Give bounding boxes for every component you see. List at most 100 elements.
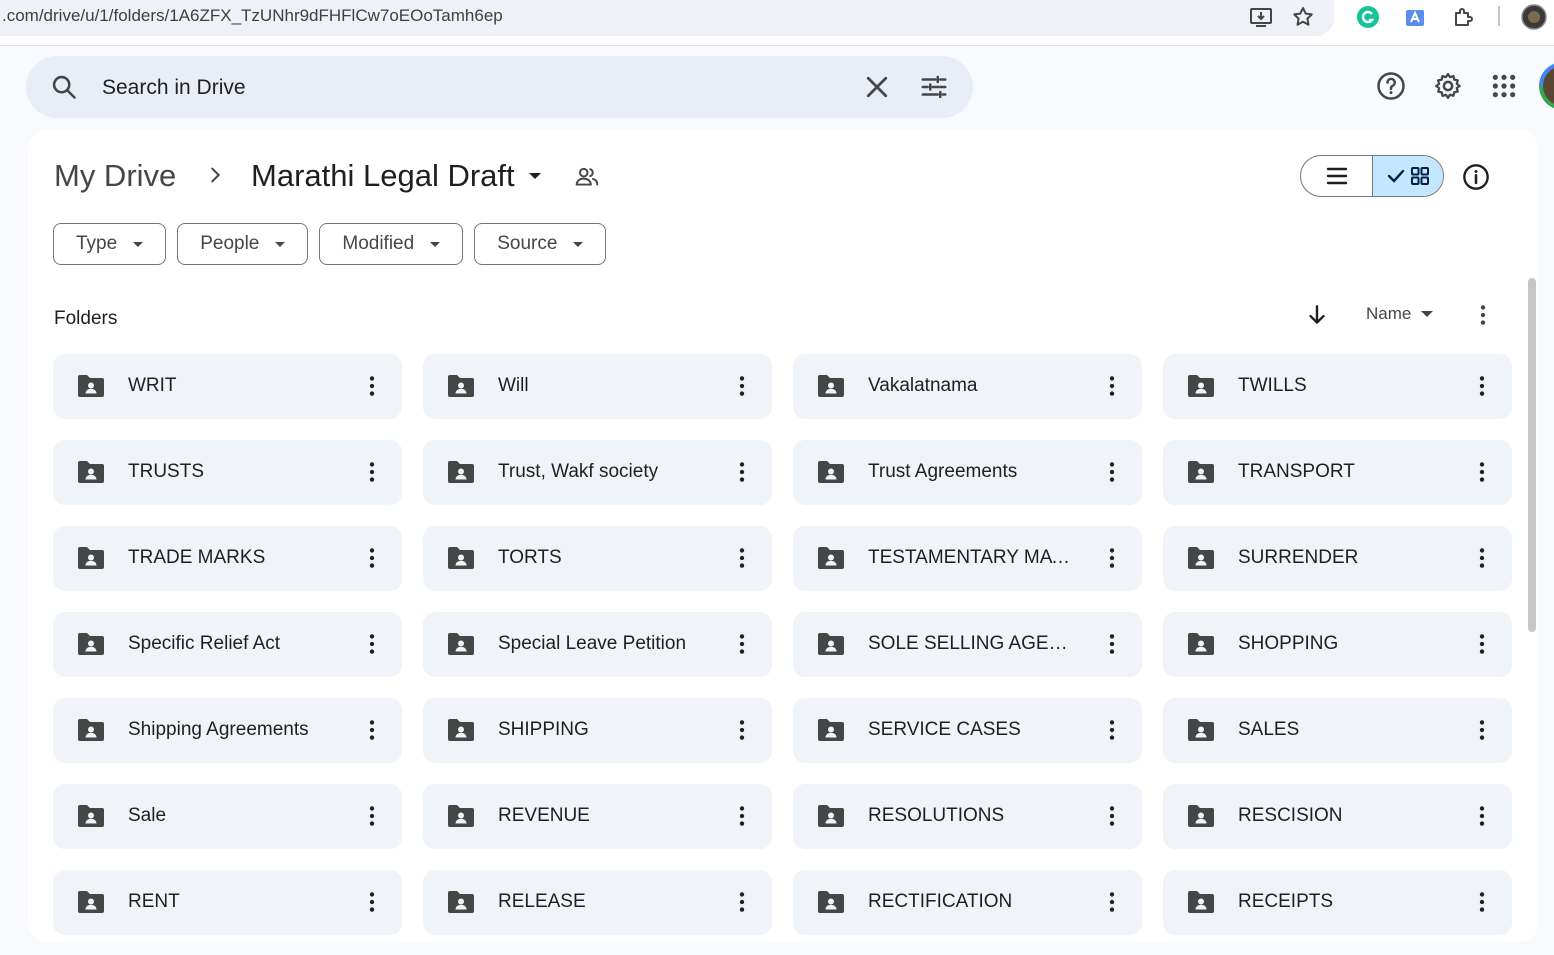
apps-grid-icon[interactable] — [1488, 70, 1520, 102]
folder-tile[interactable]: Will — [423, 354, 772, 419]
filter-modified-chip[interactable]: Modified — [319, 223, 464, 265]
folder-tile[interactable]: RECEIPTS — [1163, 870, 1512, 935]
folder-tile[interactable]: Trust Agreements — [793, 440, 1142, 505]
folder-tile[interactable]: RESCISION — [1163, 784, 1512, 849]
shared-people-icon[interactable] — [574, 164, 600, 190]
more-vert-icon[interactable] — [1469, 717, 1495, 743]
folder-tile[interactable]: REVENUE — [423, 784, 772, 849]
shared-folder-icon — [448, 547, 474, 569]
install-app-icon[interactable] — [1248, 4, 1274, 30]
folder-tile[interactable]: Special Leave Petition — [423, 612, 772, 677]
more-vert-icon[interactable] — [729, 459, 755, 485]
folder-name: RENT — [128, 891, 180, 912]
shared-folder-icon — [448, 891, 474, 913]
grid-layout-button[interactable] — [1373, 156, 1443, 196]
folder-tile[interactable]: TRANSPORT — [1163, 440, 1512, 505]
more-vert-icon[interactable] — [359, 717, 385, 743]
folder-tile[interactable]: TORTS — [423, 526, 772, 591]
folder-tile[interactable]: RECTIFICATION — [793, 870, 1142, 935]
folder-tile[interactable]: Specific Relief Act — [53, 612, 402, 677]
grammarly-extension-icon[interactable] — [1355, 4, 1381, 30]
chip-label: Source — [497, 233, 558, 254]
folder-tile[interactable]: SHOPPING — [1163, 612, 1512, 677]
folder-tile[interactable]: Sale — [53, 784, 402, 849]
folder-name: RECTIFICATION — [868, 891, 1013, 912]
more-vert-icon[interactable] — [1469, 803, 1495, 829]
url-text[interactable]: .com/drive/u/1/folders/1A6ZFX_TzUNhr9dFH… — [2, 6, 503, 26]
more-vert-icon[interactable] — [729, 717, 755, 743]
more-vert-icon[interactable] — [729, 545, 755, 571]
folder-tile[interactable]: RELEASE — [423, 870, 772, 935]
info-icon[interactable] — [1462, 163, 1490, 191]
folder-tile[interactable]: SURRENDER — [1163, 526, 1512, 591]
search-options-icon[interactable] — [919, 72, 949, 102]
more-vert-icon[interactable] — [1099, 373, 1125, 399]
caret-down-icon — [430, 241, 441, 247]
folder-tile[interactable]: WRIT — [53, 354, 402, 419]
filter-people-chip[interactable]: People — [177, 223, 309, 265]
settings-gear-icon[interactable] — [1432, 70, 1464, 102]
scrollbar-thumb[interactable] — [1528, 278, 1536, 632]
more-vert-icon[interactable] — [1099, 545, 1125, 571]
folder-name: Vakalatnama — [868, 375, 978, 396]
address-bar[interactable]: .com/drive/u/1/folders/1A6ZFX_TzUNhr9dFH… — [0, 0, 1334, 36]
more-vert-icon[interactable] — [1469, 459, 1495, 485]
folder-tile[interactable]: SALES — [1163, 698, 1512, 763]
folder-tile[interactable]: TRADE MARKS — [53, 526, 402, 591]
more-vert-icon[interactable] — [1470, 302, 1496, 328]
more-vert-icon[interactable] — [1099, 803, 1125, 829]
folder-name: WRIT — [128, 375, 177, 396]
folder-tile[interactable]: TWILLS — [1163, 354, 1512, 419]
sort-by-name-button[interactable]: Name — [1366, 304, 1434, 324]
extensions-puzzle-icon[interactable] — [1451, 4, 1477, 30]
more-vert-icon[interactable] — [1469, 889, 1495, 915]
more-vert-icon[interactable] — [359, 631, 385, 657]
sort-direction-arrow-icon[interactable] — [1304, 302, 1330, 328]
folder-tile[interactable]: Vakalatnama — [793, 354, 1142, 419]
more-vert-icon[interactable] — [1099, 631, 1125, 657]
folder-tile[interactable]: RENT — [53, 870, 402, 935]
more-vert-icon[interactable] — [729, 631, 755, 657]
folder-tile[interactable]: SERVICE CASES — [793, 698, 1142, 763]
more-vert-icon[interactable] — [1469, 545, 1495, 571]
more-vert-icon[interactable] — [359, 545, 385, 571]
more-vert-icon[interactable] — [1469, 373, 1495, 399]
account-avatar[interactable] — [1539, 62, 1554, 110]
folder-tile[interactable]: TESTAMENTARY MATT... — [793, 526, 1142, 591]
chevron-down-icon[interactable] — [525, 168, 545, 184]
more-vert-icon[interactable] — [1469, 631, 1495, 657]
clear-search-icon[interactable] — [862, 72, 892, 102]
search-icon[interactable] — [50, 73, 78, 101]
bookmark-star-icon[interactable] — [1290, 4, 1316, 30]
folder-tile[interactable]: SHIPPING — [423, 698, 772, 763]
more-vert-icon[interactable] — [1099, 889, 1125, 915]
search-input[interactable] — [100, 72, 804, 104]
folder-name: Trust, Wakf society — [498, 461, 659, 482]
folder-name: Trust Agreements — [868, 461, 1018, 482]
shared-folder-icon — [1188, 547, 1214, 569]
more-vert-icon[interactable] — [729, 803, 755, 829]
folder-tile[interactable]: Shipping Agreements — [53, 698, 402, 763]
list-layout-button[interactable] — [1301, 156, 1373, 196]
breadcrumb-current-folder[interactable]: Marathi Legal Draft — [251, 158, 515, 194]
more-vert-icon[interactable] — [729, 373, 755, 399]
folder-tile[interactable]: RESOLUTIONS — [793, 784, 1142, 849]
folder-tile[interactable]: Trust, Wakf society — [423, 440, 772, 505]
more-vert-icon[interactable] — [359, 803, 385, 829]
more-vert-icon[interactable] — [1099, 459, 1125, 485]
translate-extension-icon[interactable] — [1402, 4, 1428, 30]
filter-source-chip[interactable]: Source — [474, 223, 607, 265]
more-vert-icon[interactable] — [359, 373, 385, 399]
folder-name: TRANSPORT — [1238, 461, 1355, 482]
caret-down-icon — [133, 241, 144, 247]
folder-tile[interactable]: TRUSTS — [53, 440, 402, 505]
more-vert-icon[interactable] — [1099, 717, 1125, 743]
breadcrumb-my-drive[interactable]: My Drive — [54, 158, 176, 194]
help-icon[interactable] — [1375, 70, 1407, 102]
profile-avatar-icon[interactable] — [1521, 4, 1547, 30]
folder-tile[interactable]: SOLE SELLING AGENCY — [793, 612, 1142, 677]
more-vert-icon[interactable] — [729, 889, 755, 915]
more-vert-icon[interactable] — [359, 459, 385, 485]
more-vert-icon[interactable] — [359, 889, 385, 915]
filter-type-chip[interactable]: Type — [53, 223, 167, 265]
